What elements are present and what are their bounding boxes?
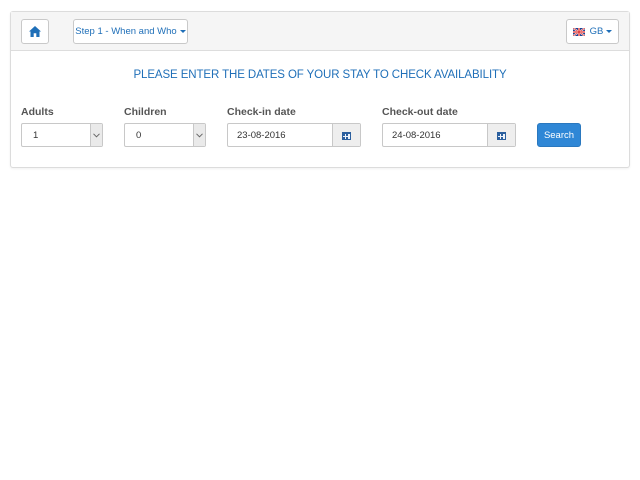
children-label: Children bbox=[124, 106, 167, 118]
checkout-date-value: 24-08-2016 bbox=[392, 130, 441, 141]
adults-select[interactable]: 1 bbox=[21, 123, 103, 147]
caret-down-icon bbox=[179, 30, 186, 33]
step-dropdown-button[interactable]: Step 1 - When and Who bbox=[73, 19, 188, 44]
calendar-icon bbox=[497, 131, 506, 140]
checkout-calendar-button[interactable] bbox=[487, 124, 515, 146]
children-value: 0 bbox=[136, 130, 142, 141]
checkout-date-input[interactable]: 24-08-2016 bbox=[382, 123, 516, 147]
chevron-down-icon bbox=[90, 124, 102, 146]
caret-down-icon bbox=[606, 30, 613, 33]
uk-flag-icon bbox=[572, 27, 585, 36]
language-dropdown-button[interactable]: GB bbox=[566, 19, 619, 44]
checkout-label: Check-out date bbox=[382, 106, 458, 118]
language-label: GB bbox=[589, 26, 604, 37]
checkin-label: Check-in date bbox=[227, 106, 296, 118]
calendar-icon bbox=[342, 131, 351, 140]
chevron-down-icon bbox=[193, 124, 205, 146]
home-icon bbox=[29, 26, 41, 37]
checkin-calendar-button[interactable] bbox=[332, 124, 360, 146]
panel-header: Step 1 - When and Who GB bbox=[11, 12, 629, 51]
booking-panel: Step 1 - When and Who GB PLEASE ENTER TH… bbox=[10, 11, 630, 168]
step-dropdown-label: Step 1 - When and Who bbox=[75, 26, 177, 37]
adults-label: Adults bbox=[21, 106, 54, 118]
search-button[interactable]: Search bbox=[537, 123, 581, 147]
home-button[interactable] bbox=[21, 19, 49, 44]
adults-value: 1 bbox=[33, 130, 39, 141]
page-headline: PLEASE ENTER THE DATES OF YOUR STAY TO C… bbox=[133, 69, 507, 81]
children-select[interactable]: 0 bbox=[124, 123, 206, 147]
checkin-date-value: 23-08-2016 bbox=[237, 130, 286, 141]
checkin-date-input[interactable]: 23-08-2016 bbox=[227, 123, 361, 147]
